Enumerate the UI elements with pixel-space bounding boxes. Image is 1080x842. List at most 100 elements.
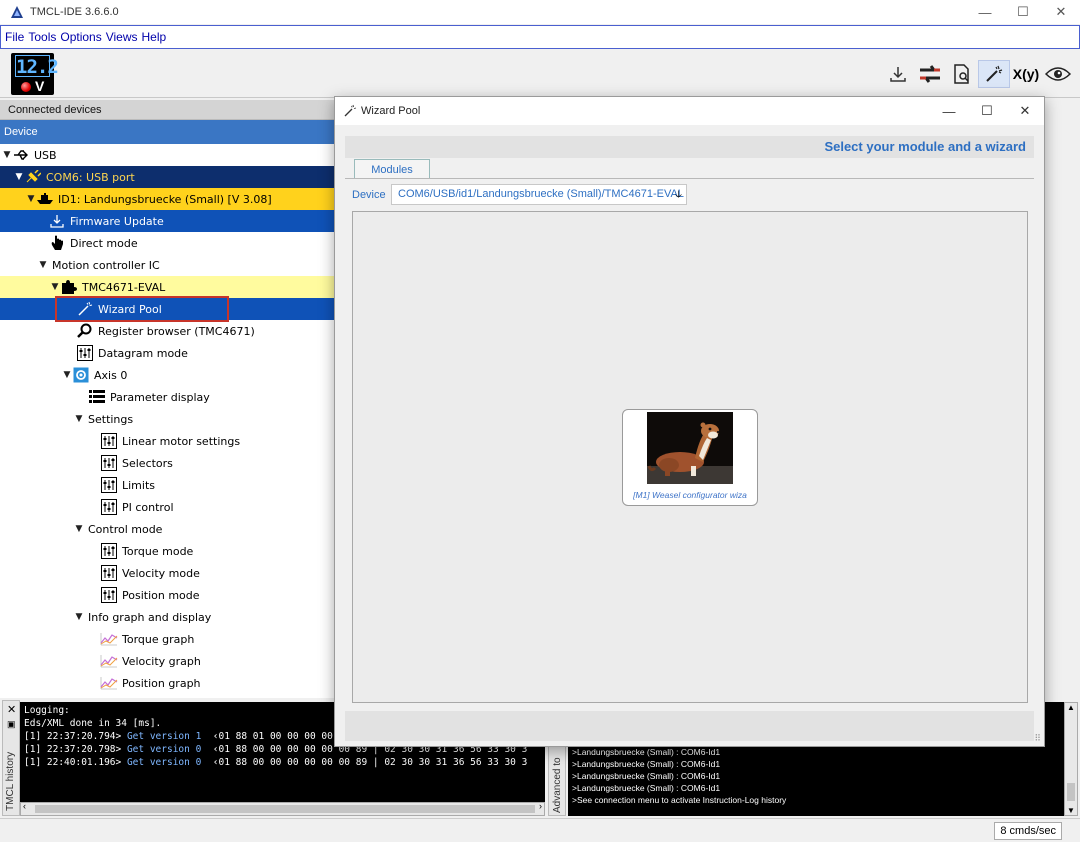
tree-item-torque-mode[interactable]: Torque mode — [0, 540, 335, 562]
dialog-minimize-button[interactable]: — — [930, 97, 968, 125]
device-select[interactable]: COM6/USB/id1/Landungsbruecke (Small)/TMC… — [391, 184, 687, 205]
tree-label: Position graph — [122, 676, 201, 690]
menu-tools[interactable]: Tools — [28, 30, 56, 44]
close-button[interactable]: ✕ — [1042, 0, 1080, 24]
scrollbar-thumb[interactable] — [35, 805, 535, 813]
menu-help[interactable]: Help — [142, 30, 167, 44]
tree-item-com-port[interactable]: ▼ COM6: USB port — [0, 166, 335, 188]
dialog-footer — [345, 711, 1034, 741]
title-bar: TMCL-IDE 3.6.6.0 — ☐ ✕ — [0, 0, 1080, 24]
tree-item-direct-mode[interactable]: Direct mode — [0, 232, 335, 254]
tree-item-usb[interactable]: ▼ USB — [0, 144, 335, 166]
scroll-up-icon[interactable]: ▲ — [1067, 703, 1075, 712]
scroll-left-icon[interactable]: ‹ — [23, 801, 26, 811]
dialog-title-bar[interactable]: Wizard Pool — ☐ ✕ — [335, 97, 1044, 125]
chevron-down-icon[interactable]: ▼ — [50, 282, 60, 292]
minimize-button[interactable]: — — [966, 0, 1004, 24]
scroll-down-icon[interactable]: ▼ — [1067, 806, 1075, 815]
chevron-down-icon[interactable]: ▼ — [2, 150, 12, 160]
toolbar: 12.2 V X(y) — [0, 50, 1080, 98]
resize-grip-icon[interactable]: ⠿ — [1034, 733, 1041, 744]
menu-views[interactable]: Views — [106, 30, 138, 44]
magic-wand-icon — [344, 104, 357, 117]
tree-item-velocity-mode[interactable]: Velocity mode — [0, 562, 335, 584]
eye-icon[interactable] — [1042, 60, 1074, 88]
device-column-header[interactable]: Device — [0, 120, 335, 144]
tree-label: Linear motor settings — [122, 434, 241, 448]
log-line: >Landungsbruecke (Small) : COM6-Id1 — [572, 747, 721, 757]
xy-formula-icon[interactable]: X(y) — [1010, 60, 1042, 88]
tree-item-eval[interactable]: ▼ TMC4671-EVAL — [0, 276, 335, 298]
file-search-icon[interactable] — [946, 60, 978, 88]
pin-icon[interactable]: ▣ — [7, 719, 16, 730]
tree-label: PI control — [122, 500, 174, 514]
tree-item-limits[interactable]: Limits — [0, 474, 335, 496]
log-timestamp: [1] 22:37:20.794> — [24, 731, 127, 742]
chevron-down-icon[interactable]: ▼ — [74, 524, 84, 534]
tree-item-wizard-pool[interactable]: Wizard Pool — [0, 298, 335, 320]
advanced-vertical-scrollbar[interactable]: ▲ ▼ — [1064, 702, 1078, 816]
tree-item-settings[interactable]: ▼ Settings — [0, 408, 335, 430]
sliders-icon — [100, 432, 118, 450]
power-led-icon — [21, 82, 31, 92]
tree-label: TMC4671-EVAL — [82, 280, 166, 294]
tree-item-position-mode[interactable]: Position mode — [0, 584, 335, 606]
dialog-banner: Select your module and a wizard — [345, 136, 1034, 158]
chevron-down-icon[interactable]: ▼ — [74, 612, 84, 622]
tmcl-history-tab[interactable]: ✕ ▣ TMCL history — [2, 700, 20, 816]
log-command: Get version 0 — [126, 757, 202, 768]
tree-item-pi-control[interactable]: PI control — [0, 496, 335, 518]
tree-item-control-mode[interactable]: ▼ Control mode — [0, 518, 335, 540]
voltage-value: 12.2 — [15, 55, 59, 78]
magic-wand-icon[interactable] — [978, 60, 1010, 88]
tab-divider — [345, 178, 1034, 179]
tree-item-register-browser[interactable]: Register browser (TMC4671) — [0, 320, 335, 342]
tree-item-position-graph[interactable]: Position graph — [0, 672, 335, 694]
swap-arrows-icon[interactable] — [914, 60, 946, 88]
log-line: >Landungsbruecke (Small) : COM6-Id1 — [572, 759, 721, 769]
tree-item-velocity-graph[interactable]: Velocity graph — [0, 650, 335, 672]
maximize-button[interactable]: ☐ — [1004, 0, 1042, 24]
device-select-value: COM6/USB/id1/Landungsbruecke (Small)/TMC… — [398, 188, 684, 200]
chevron-down-icon[interactable]: ▼ — [14, 172, 24, 182]
wizard-card-weasel[interactable]: [M1] Weasel configurator wiza — [622, 409, 758, 506]
tree-item-info-graph[interactable]: ▼ Info graph and display — [0, 606, 335, 628]
chevron-down-icon[interactable]: ▼ — [74, 414, 84, 424]
sliders-icon — [76, 344, 94, 362]
tree-item-module[interactable]: ▼ ID1: Landungsbruecke (Small) [V 3.08] — [0, 188, 335, 210]
history-tab-label: TMCL history — [5, 751, 16, 811]
tree-label: Torque mode — [122, 544, 194, 558]
tree-label: Motion controller IC — [52, 258, 160, 272]
chevron-down-icon[interactable]: ▼ — [62, 370, 72, 380]
dialog-maximize-button[interactable]: ☐ — [968, 97, 1006, 125]
tree-item-torque-graph[interactable]: Torque graph — [0, 628, 335, 650]
tree-item-axis[interactable]: ▼ Axis 0 — [0, 364, 335, 386]
tree-item-linear-motor[interactable]: Linear motor settings — [0, 430, 335, 452]
tree-item-motion-controller[interactable]: ▼ Motion controller IC — [0, 254, 335, 276]
menu-file[interactable]: File — [5, 30, 24, 44]
sliders-icon — [100, 542, 118, 560]
scrollbar-thumb[interactable] — [1067, 783, 1075, 801]
tree-label: Datagram mode — [98, 346, 188, 360]
tab-modules[interactable]: Modules — [354, 159, 430, 179]
chevron-down-icon[interactable]: ▼ — [26, 194, 36, 204]
download-icon[interactable] — [882, 60, 914, 88]
tree-item-selectors[interactable]: Selectors — [0, 452, 335, 474]
tree-label: Firmware Update — [70, 214, 164, 228]
sliders-icon — [100, 564, 118, 582]
tree-label: Control mode — [88, 522, 163, 536]
scroll-right-icon[interactable]: › — [539, 801, 542, 811]
arrow-down-icon: 🡣 — [674, 189, 682, 200]
history-horizontal-scrollbar[interactable]: ‹ › — [20, 801, 545, 816]
magnifier-icon — [76, 322, 94, 340]
dialog-close-button[interactable]: ✕ — [1006, 97, 1044, 125]
tree-item-datagram-mode[interactable]: Datagram mode — [0, 342, 335, 364]
chevron-down-icon[interactable]: ▼ — [38, 260, 48, 270]
log-line: >Landungsbruecke (Small) : COM6-Id1 — [572, 771, 721, 781]
xy-label: X(y) — [1012, 66, 1040, 82]
window-title: TMCL-IDE 3.6.6.0 — [30, 6, 119, 18]
tree-item-firmware-update[interactable]: Firmware Update — [0, 210, 335, 232]
menu-options[interactable]: Options — [60, 30, 101, 44]
tree-item-parameter-display[interactable]: Parameter display — [0, 386, 335, 408]
close-icon[interactable]: ✕ — [7, 703, 16, 716]
